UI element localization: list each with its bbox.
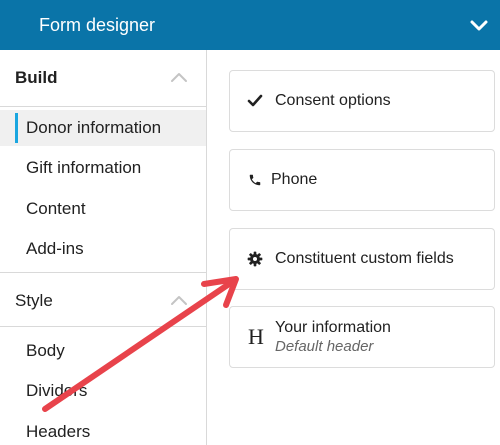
nav-item-donor-information[interactable]: Donor information	[0, 110, 206, 146]
nav-item-gift-information[interactable]: Gift information	[0, 150, 206, 186]
nav-item-content[interactable]: Content	[0, 191, 206, 227]
nav-item-label: Content	[26, 199, 86, 218]
nav-item-label: Dividers	[26, 381, 88, 400]
card-constituent-custom-fields[interactable]: Constituent custom fields	[229, 228, 495, 290]
gear-icon	[246, 250, 264, 268]
left-panel: Build Donor information Gift information…	[0, 50, 207, 445]
nav-item-body[interactable]: Body	[0, 333, 206, 369]
nav-item-dividers[interactable]: Dividers	[0, 373, 206, 409]
card-label: Your information	[275, 319, 391, 336]
right-panel: Consent options Phone Constituent custom…	[207, 50, 500, 445]
divider	[0, 106, 206, 107]
card-your-information[interactable]: H Your information Default header	[229, 306, 495, 368]
nav-item-label: Gift information	[26, 158, 142, 177]
card-sublabel: Default header	[275, 338, 374, 355]
build-section-header[interactable]: Build	[0, 50, 206, 106]
nav-item-label: Body	[26, 341, 65, 360]
card-label: Constituent custom fields	[275, 250, 454, 267]
nav-item-label: Headers	[26, 422, 91, 441]
card-phone[interactable]: Phone	[229, 149, 495, 211]
build-section-label: Build	[15, 68, 58, 87]
header-h-icon: H	[247, 324, 265, 349]
chevron-up-icon[interactable]	[170, 70, 188, 84]
checkmark-icon	[246, 92, 264, 110]
card-label: Phone	[271, 171, 318, 188]
chevron-up-icon[interactable]	[170, 293, 188, 307]
card-label: Consent options	[275, 92, 391, 109]
header-h-glyph: H	[248, 324, 264, 349]
style-section-header[interactable]: Style	[0, 273, 206, 329]
card-label-group: Your information Default header	[275, 319, 391, 355]
divider	[0, 326, 206, 327]
nav-item-add-ins[interactable]: Add-ins	[0, 231, 206, 267]
form-designer-header[interactable]: Form designer	[0, 0, 500, 50]
nav-item-label: Donor information	[26, 118, 162, 137]
style-section-label: Style	[15, 291, 53, 310]
header-title: Form designer	[39, 14, 156, 35]
card-consent-options[interactable]: Consent options	[229, 70, 495, 132]
nav-item-headers[interactable]: Headers	[0, 414, 206, 445]
chevron-down-icon[interactable]	[468, 14, 490, 36]
phone-icon	[246, 171, 264, 189]
nav-item-label: Add-ins	[26, 239, 84, 258]
